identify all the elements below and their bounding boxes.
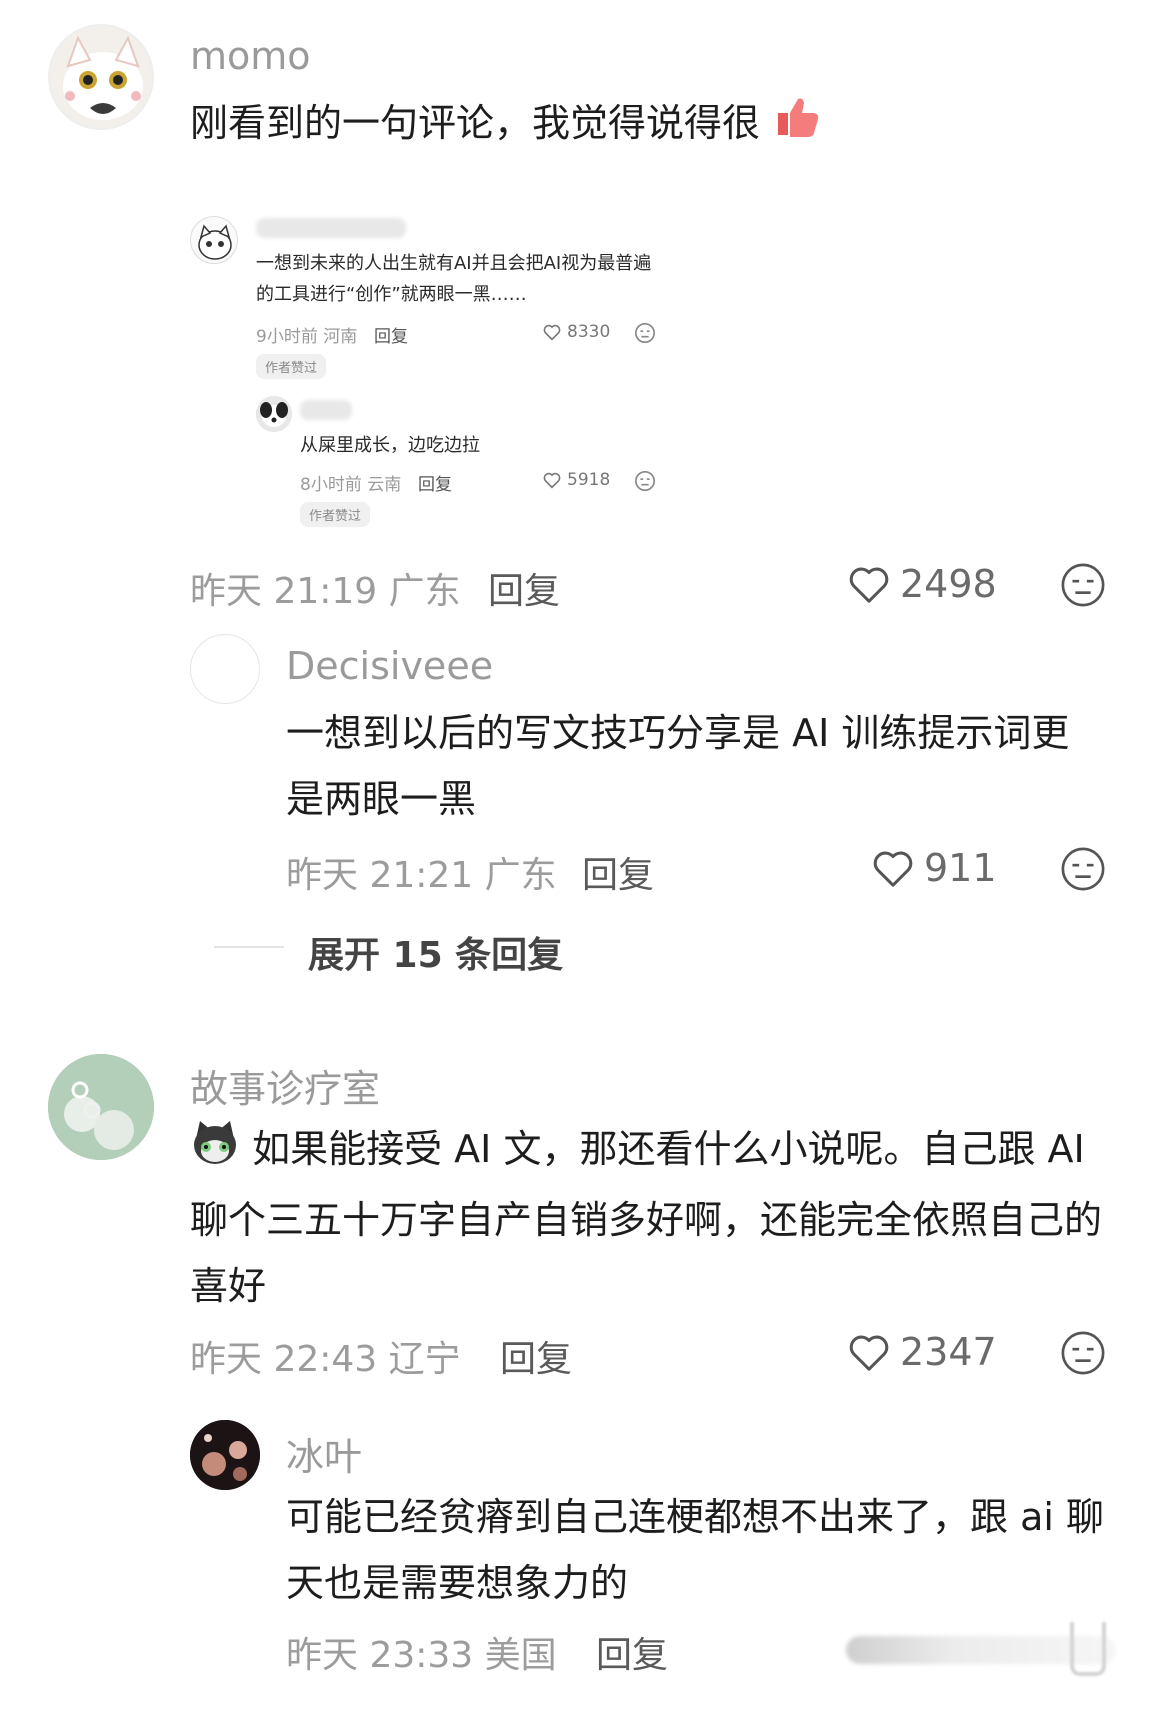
dislike-icon[interactable] (1060, 846, 1106, 892)
cat-avatar-icon (63, 35, 143, 120)
avatar[interactable] (48, 1054, 154, 1160)
cat-avatar-icon (198, 224, 232, 260)
embedded-like-count: 8330 (567, 322, 611, 342)
embedded-reply-avatar (256, 396, 292, 432)
reply-button[interactable]: 回复 (582, 846, 654, 898)
embedded-reply-meta: 8小时前 云南 (300, 475, 402, 495)
avatar[interactable] (190, 634, 260, 704)
embedded-username-blurred (256, 218, 406, 238)
reply-button[interactable]: 回复 (500, 1330, 572, 1382)
bokeh-avatar-icon (190, 1420, 260, 1490)
comment-text: 如果能接受 AI 文，那还看什么小说呢。自己跟 AI 聊个三五十万字自产自销多好… (190, 1116, 1110, 1319)
embedded-reply-button: 回复 (374, 327, 408, 347)
embedded-reply-reply-button: 回复 (418, 475, 452, 495)
ring-avatar-icon (48, 1054, 154, 1160)
like-count: 2347 (900, 1330, 997, 1374)
reply-button[interactable]: 回复 (596, 1626, 668, 1678)
like-button[interactable]: 2347 (846, 1330, 997, 1374)
thumbs-up-icon (772, 93, 820, 159)
avatar[interactable] (48, 24, 154, 130)
embedded-meta: 9小时前 河南 (256, 327, 358, 347)
username[interactable]: 冰叶 (286, 1426, 362, 1481)
dislike-icon[interactable] (1060, 1330, 1106, 1376)
dog-avatar-icon (256, 396, 292, 432)
embedded-comment-text: 一想到未来的人出生就有AI并且会把AI视为最普遍的工具进行“创作”就两眼一黑…… (256, 253, 652, 305)
reply-text: 一想到以后的写文技巧分享是 AI 训练提示词更是两眼一黑 (286, 711, 1070, 821)
expand-divider (214, 946, 284, 948)
like-button[interactable]: 911 (870, 846, 997, 890)
reply-button[interactable]: 回复 (488, 562, 560, 614)
comment-text-content: 刚看到的一句评论，我觉得说得很 (190, 101, 761, 145)
embedded-avatar (190, 216, 238, 264)
embedded-reply-like: 5918 (542, 470, 610, 490)
heart-icon (543, 324, 561, 341)
comment-time-location: 昨天 22:43 辽宁 (190, 1339, 461, 1380)
username[interactable]: 故事诊疗室 (190, 1058, 380, 1113)
comment-text: 刚看到的一句评论，我觉得说得很 (190, 90, 1090, 159)
cat-face-icon (190, 1117, 240, 1187)
heart-icon (873, 851, 913, 887)
username[interactable]: Decisiveee (286, 644, 493, 688)
heart-icon (543, 472, 561, 489)
reply-text: 可能已经贫瘠到自己连梗都想不出来了，跟 ai 聊天也是需要想象力的 (286, 1495, 1105, 1605)
embedded-reply-text: 从屎里成长，边吃边拉 (300, 435, 480, 456)
like-count: 911 (924, 846, 997, 890)
dislike-icon (635, 471, 655, 491)
expand-replies-button[interactable]: 展开 15 条回复 (308, 926, 563, 978)
embedded-like: 8330 (542, 322, 610, 342)
dislike-icon[interactable] (1060, 562, 1106, 608)
like-count: 2498 (900, 562, 997, 606)
embedded-reply-username-blurred (300, 400, 352, 420)
author-liked-badge: 作者赞过 (256, 354, 327, 379)
reply-time-location: 昨天 23:33 美国 (286, 1635, 557, 1676)
reply-time-location: 昨天 21:21 广东 (286, 855, 557, 896)
comment-text-content: 如果能接受 AI 文，那还看什么小说呢。自己跟 AI 聊个三五十万字自产自销多好… (190, 1127, 1103, 1308)
heart-icon (849, 567, 889, 603)
avatar[interactable] (190, 1420, 260, 1490)
watermark-mark (1070, 1622, 1106, 1676)
author-liked-badge: 作者赞过 (300, 502, 371, 527)
dislike-icon (635, 323, 655, 343)
comment-time-location: 昨天 21:19 广东 (190, 571, 461, 612)
embedded-reply-like-count: 5918 (567, 470, 611, 490)
like-button[interactable]: 2498 (846, 562, 997, 606)
heart-icon (849, 1335, 889, 1371)
username[interactable]: momo (190, 34, 311, 78)
